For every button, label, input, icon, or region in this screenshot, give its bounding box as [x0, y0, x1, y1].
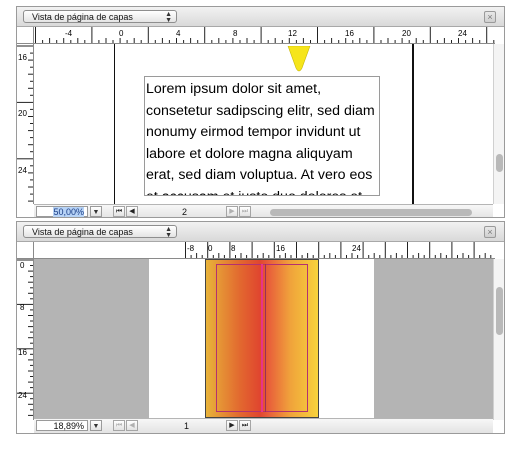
- bottom-close-button[interactable]: ×: [484, 226, 496, 238]
- yellow-marker-icon: [287, 46, 311, 72]
- bottom-page-number[interactable]: 1: [184, 420, 189, 432]
- top-status-bar: 50,00% ▼ ⏮ ◀ 2 ▶ ⏭: [34, 204, 493, 217]
- top-hscroll-thumb[interactable]: [270, 209, 472, 216]
- next-page-icon: ▶: [229, 208, 235, 215]
- chevron-down-icon: ▼: [92, 423, 100, 430]
- top-vscroll-thumb[interactable]: [496, 154, 503, 172]
- bottom-view-mode-select[interactable]: Vista de página de capas ▲ ▼: [23, 225, 177, 239]
- prev-page-icon: ◀: [129, 422, 135, 429]
- vruler-label: 16: [18, 53, 27, 62]
- top-last-page-button[interactable]: ⏭: [239, 206, 251, 217]
- top-vertical-scrollbar[interactable]: [493, 44, 504, 204]
- top-zoom-field[interactable]: 50,00%: [36, 206, 88, 217]
- top-zoom-value: 50,00%: [53, 207, 84, 217]
- bottom-first-page-button[interactable]: ⏮: [113, 420, 125, 431]
- vruler-label: 20: [18, 109, 27, 118]
- hruler-label: 8: [231, 244, 236, 253]
- top-vruler-ticks: 16 20 24: [17, 45, 33, 202]
- chevron-down-icon: ▼: [92, 209, 100, 216]
- lorem-body-text: Lorem ipsum dolor sit amet, consetetur s…: [146, 81, 375, 195]
- last-page-icon: ⏭: [241, 422, 249, 429]
- top-zoom-dropdown[interactable]: ▼: [90, 206, 102, 217]
- vruler-label: 16: [18, 348, 27, 357]
- gradient-rectangle[interactable]: [205, 259, 319, 418]
- bottom-horizontal-ruler[interactable]: -8 0 8 16 24: [34, 242, 495, 259]
- vruler-label: 24: [18, 166, 27, 175]
- bottom-document-canvas[interactable]: [34, 259, 495, 420]
- bottom-hruler-ticks: -8 0 8 16 24: [185, 242, 492, 258]
- bottom-vruler-ticks: 0 8 16 24: [17, 259, 33, 416]
- top-close-button[interactable]: ×: [484, 11, 496, 23]
- hruler-label: 16: [345, 29, 354, 38]
- top-view-mode-select[interactable]: Vista de página de capas ▲ ▼: [23, 10, 177, 24]
- updown-arrows-icon: ▲ ▼: [165, 11, 172, 24]
- text-frame[interactable]: Lorem ipsum dolor sit amet, consetetur s…: [144, 76, 380, 196]
- bottom-prev-page-button[interactable]: ◀: [126, 420, 138, 431]
- next-page-icon: ▶: [229, 422, 235, 429]
- last-page-icon: ⏭: [241, 208, 249, 215]
- hruler-label: 24: [352, 244, 361, 253]
- top-hruler-ticks: -4 0 4 8 12 16 20 24: [35, 27, 495, 43]
- top-horizontal-ruler[interactable]: -4 0 4 8 12 16 20 24: [34, 27, 495, 44]
- top-layout-pane: Vista de página de capas ▲ ▼ × -4 0 4 8 1…: [16, 6, 505, 218]
- hruler-label: 4: [176, 29, 181, 38]
- frame-divider-line: [265, 264, 266, 412]
- vruler-label: 8: [20, 303, 25, 312]
- hruler-label: 0: [119, 29, 124, 38]
- top-document-canvas[interactable]: Lorem ipsum dolor sit amet, consetetur s…: [34, 44, 495, 204]
- bottom-zoom-dropdown[interactable]: ▼: [90, 420, 102, 431]
- top-prev-page-button[interactable]: ◀: [126, 206, 138, 217]
- close-icon: ×: [487, 227, 493, 237]
- bottom-layout-pane: Vista de página de capas ▲ ▼ × -8 0 8 16 …: [16, 221, 505, 434]
- hruler-label: -8: [187, 244, 195, 253]
- bottom-pane-titlebar: Vista de página de capas ▲ ▼ ×: [17, 222, 504, 242]
- top-ruler-corner: [17, 27, 34, 44]
- top-page-number[interactable]: 2: [182, 206, 187, 217]
- bottom-next-page-button[interactable]: ▶: [226, 420, 238, 431]
- bottom-view-mode-label: Vista de página de capas: [32, 227, 133, 237]
- top-pane-titlebar: Vista de página de capas ▲ ▼ ×: [17, 7, 504, 27]
- hruler-label: 12: [288, 29, 297, 38]
- first-page-icon: ⏮: [115, 208, 123, 215]
- hruler-label: 16: [276, 244, 285, 253]
- bottom-ruler-corner: [17, 242, 34, 259]
- top-vertical-ruler[interactable]: 16 20 24: [17, 44, 34, 204]
- hruler-label: 24: [458, 29, 467, 38]
- page-left-edge: [114, 44, 115, 204]
- updown-arrows-icon: ▲ ▼: [165, 226, 172, 239]
- magenta-guide-line: [261, 264, 263, 412]
- page-right-edge: [412, 44, 414, 204]
- bottom-vscroll-thumb[interactable]: [496, 287, 503, 335]
- bottom-vertical-scrollbar[interactable]: [493, 259, 504, 420]
- vruler-label: 0: [20, 261, 25, 270]
- top-view-mode-label: Vista de página de capas: [32, 12, 133, 22]
- prev-page-icon: ◀: [129, 208, 135, 215]
- bottom-zoom-value: 18,89%: [53, 421, 84, 431]
- first-page-icon: ⏮: [115, 422, 123, 429]
- hruler-label: -4: [65, 29, 73, 38]
- bottom-vertical-ruler[interactable]: 0 8 16 24: [17, 259, 34, 420]
- vruler-label: 24: [18, 391, 27, 400]
- hruler-label: 0: [208, 244, 213, 253]
- top-next-page-button[interactable]: ▶: [226, 206, 238, 217]
- hruler-label: 20: [402, 29, 411, 38]
- bottom-zoom-field[interactable]: 18,89%: [36, 420, 88, 431]
- hruler-label: 8: [233, 29, 238, 38]
- bottom-status-bar: 18,89% ▼ ⏮ ◀ 1 ▶ ⏭: [34, 418, 493, 433]
- top-first-page-button[interactable]: ⏮: [113, 206, 125, 217]
- bottom-last-page-button[interactable]: ⏭: [239, 420, 251, 431]
- close-icon: ×: [487, 12, 493, 22]
